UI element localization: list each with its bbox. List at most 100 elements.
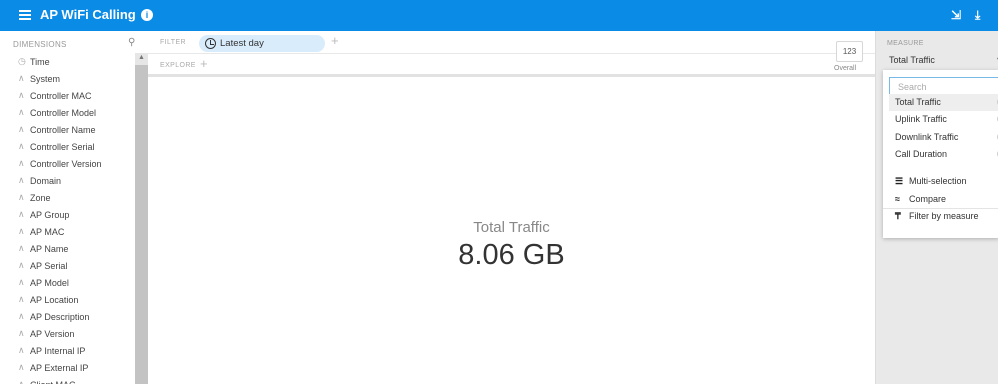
dimension-item-label: Controller MAC [30,90,92,101]
string-dimension-icon: ∧ [18,90,25,100]
measure-action-label: Filter by measure [909,211,979,221]
menu-icon[interactable] [19,10,31,20]
overall-button[interactable]: 123 [836,41,863,62]
dimension-item[interactable]: ∧ Client MAC [0,376,135,384]
measure-option-label: Downlink Traffic [895,131,959,142]
measure-header: MEASURE [887,40,924,47]
dimension-item-label: Controller Model [30,107,97,118]
measure-option[interactable]: Call Duration [889,146,998,163]
measure-action[interactable]: ☰ Multi-selection [895,173,998,190]
dimension-item[interactable]: ∧ Controller Model [0,104,135,121]
dimension-item[interactable]: ∧ Controller MAC [0,87,135,104]
string-dimension-icon: ∧ [18,362,25,372]
dimension-item-label: Domain [30,175,62,186]
dimension-item-label: AP Version [30,328,75,339]
filter-by-measure-icon: ₸ [895,211,901,221]
pin-icon[interactable]: ⇲ [951,8,961,22]
explore-bar: EXPLORE + [148,54,875,77]
clock-icon [205,38,216,49]
string-dimension-icon: ∧ [18,328,25,338]
overall-label: Overall [834,65,857,72]
dimension-item-label: System [30,73,61,84]
dimension-item-label: Controller Version [30,158,102,169]
measure-action-label: Compare [909,193,947,204]
string-dimension-icon: ∧ [18,192,25,202]
string-dimension-icon: ∧ [18,277,25,287]
dimension-item[interactable]: ∧ AP Version [0,325,135,342]
dimension-item-label: AP MAC [30,226,65,237]
dimension-item[interactable]: ∧ AP MAC [0,223,135,240]
dimension-item[interactable]: ∧ AP Serial [0,257,135,274]
dimension-item-label: AP Location [30,294,79,305]
measure-dropdown: Search Total Traffic Uplink Traffic Downli… [883,70,998,238]
dimension-item-label: Controller Name [30,124,96,135]
list-icon: ☰ [895,176,904,186]
dimension-item[interactable]: ◷ Time [0,53,135,70]
dimension-item-label: Client MAC [30,380,76,384]
info-icon[interactable]: i [141,9,153,21]
dimension-item-label: AP Model [30,277,69,288]
string-dimension-icon: ∧ [18,124,25,134]
dimension-item[interactable]: ∧ AP External IP [0,359,135,376]
scroll-up-icon[interactable]: ▲ [138,54,145,61]
filter-pill-time[interactable]: Latest day [199,35,325,52]
dimension-item[interactable]: ∧ AP Location [0,291,135,308]
dimension-item-label: AP Group [30,209,70,220]
dimension-item[interactable]: ∧ AP Model [0,274,135,291]
measure-value: 8.06 GB [458,239,565,271]
measure-option[interactable]: Total Traffic [889,94,998,111]
download-icon[interactable]: ⤓ [975,8,980,23]
dimension-item[interactable]: ∧ Controller Version [0,155,135,172]
measure-panel: MEASURE Total Traffic ▾ Search Total Tra… [875,31,998,384]
measure-title: Total Traffic [473,219,550,236]
measure-action[interactable]: ₸ Filter by measure [895,208,998,225]
string-dimension-icon: ∧ [18,345,25,355]
filter-bar: FILTER Latest day + [148,31,875,54]
dimensions-list: ◷ Time ∧ System ∧ Controller MAC ∧ Controller M… [0,53,135,384]
dimension-item-label: AP Name [30,243,69,254]
string-dimension-icon: ∧ [18,141,25,151]
dimension-item[interactable]: ∧ AP Internal IP [0,342,135,359]
dimensions-scrollbar[interactable]: ▲ [135,53,148,384]
dimension-item[interactable]: ∧ Domain [0,172,135,189]
measure-option-label: Call Duration [895,148,948,159]
scrollbar-thumb[interactable] [135,65,148,384]
measure-select-value: Total Traffic [889,55,935,65]
measure-action[interactable]: ≈ Compare [895,191,998,208]
explore-label: EXPLORE [160,62,196,69]
dimension-item[interactable]: ∧ Controller Name [0,121,135,138]
dimension-item-label: Zone [30,192,51,203]
string-dimension-icon: ∧ [18,243,25,253]
dimension-item-label: AP Serial [30,260,68,271]
dimension-item-label: AP External IP [30,362,89,373]
app-title: AP WiFi Calling [40,7,136,22]
dimension-item[interactable]: ∧ Controller Serial [0,138,135,155]
clock-icon: ◷ [18,56,26,66]
main-area: FILTER Latest day + EXPLORE + 123 Overal… [148,31,875,384]
dimensions-header: DIMENSIONS [13,40,67,49]
string-dimension-icon: ∧ [18,209,25,219]
measure-option-label: Uplink Traffic [895,114,947,125]
dimension-item[interactable]: ∧ AP Group [0,206,135,223]
top-bar: AP WiFi Calling i ⇲ ⤓ [0,0,998,31]
add-explore-plus-icon[interactable]: + [200,56,208,71]
measure-option-label: Total Traffic [895,97,941,107]
dimension-item[interactable]: ∧ AP Description [0,308,135,325]
dimension-item-label: AP Internal IP [30,345,86,356]
filter-pill-label: Latest day [220,38,264,49]
dimension-item[interactable]: ∧ System [0,70,135,87]
measure-option[interactable]: Downlink Traffic [889,129,998,146]
string-dimension-icon: ∧ [18,158,25,168]
dimension-item[interactable]: ∧ Zone [0,189,135,206]
measure-action-label: Multi-selection [909,176,967,186]
string-dimension-icon: ∧ [18,226,25,236]
string-dimension-icon: ∧ [18,260,25,270]
search-icon[interactable]: ⚲ [128,37,135,48]
measure-select[interactable]: Total Traffic ▾ [879,50,998,70]
dimensions-panel: DIMENSIONS ⚲ ◷ Time ∧ System ∧ Controller MAC… [0,31,148,384]
dimension-item-label: Controller Serial [30,141,95,152]
measure-option[interactable]: Uplink Traffic [889,111,998,128]
add-filter-plus-icon[interactable]: + [331,33,339,48]
dimension-item[interactable]: ∧ AP Name [0,240,135,257]
string-dimension-icon: ∧ [18,175,25,185]
